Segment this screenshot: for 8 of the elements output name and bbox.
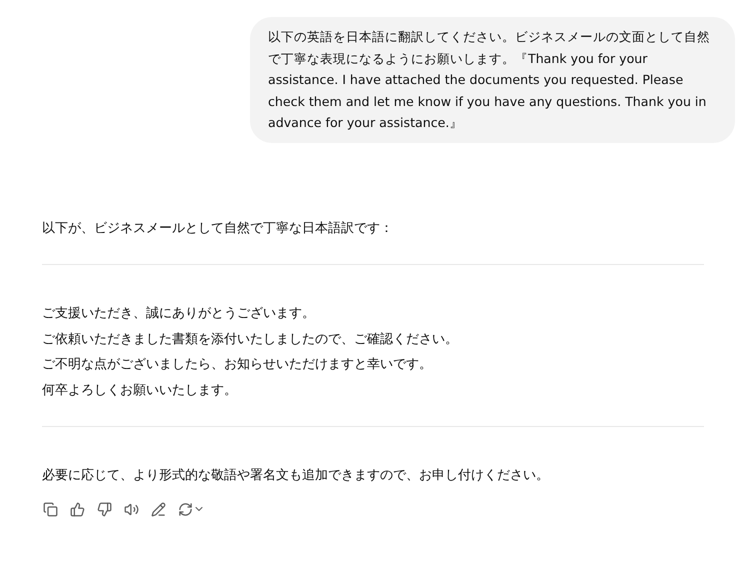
translation-line: 何卒よろしくお願いいたします。 — [42, 382, 238, 400]
refresh-icon — [178, 502, 193, 516]
reply-intro: 以下が、ビジネスメールとして自然で丁寧な日本語訳です： — [42, 220, 394, 238]
user-message: 以下の英語を日本語に翻訳してください。ビジネスメールの文面として自然で丁寧な表現になるようにお願いします。『Thank you for your assistance. I have attached the documents you requested. Please check them and let me know if you have any questions. Thank you in advance for your assistance.』 — [250, 17, 735, 142]
reply-closing: 必要に応じて、より形式的な敬語や署名文も追加できますので、お申し付けください。 — [42, 467, 550, 485]
translation-line: ご依頼いただきました書類を添付いたしましたので、ご確認ください。 — [42, 330, 459, 348]
translation-line: ご不明な点がございましたら、お知らせいただけますと幸いです。 — [42, 356, 433, 374]
translation-line: ご支援いただき、誠にありがとうございます。 — [42, 305, 316, 323]
